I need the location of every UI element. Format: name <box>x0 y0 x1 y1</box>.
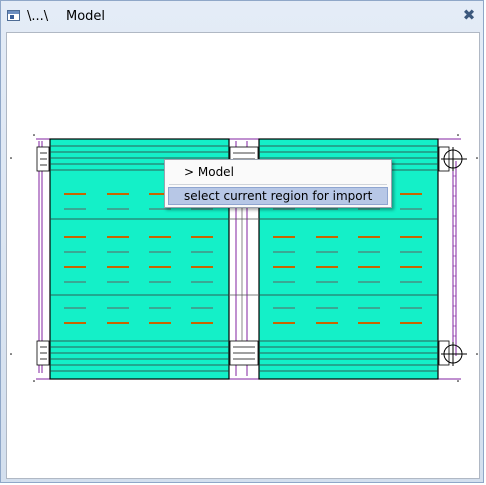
drain-symbols <box>441 147 467 366</box>
window-app-icon <box>7 10 20 21</box>
floor-plan-drawing <box>10 134 478 382</box>
model-window: \...\ Model ✖ > Model select current reg… <box>0 0 484 483</box>
close-icon[interactable]: ✖ <box>461 7 477 23</box>
menu-item-select-region[interactable]: select current region for import <box>168 187 388 205</box>
window-path: \...\ <box>27 9 49 24</box>
title-bar[interactable]: \...\ Model ✖ <box>1 1 485 31</box>
context-menu: > Model select current region for import <box>164 159 392 208</box>
menu-separator <box>169 184 387 185</box>
drawing-canvas[interactable] <box>6 32 480 479</box>
menu-item-model[interactable]: > Model <box>166 162 390 182</box>
window-title: Model <box>66 9 106 24</box>
